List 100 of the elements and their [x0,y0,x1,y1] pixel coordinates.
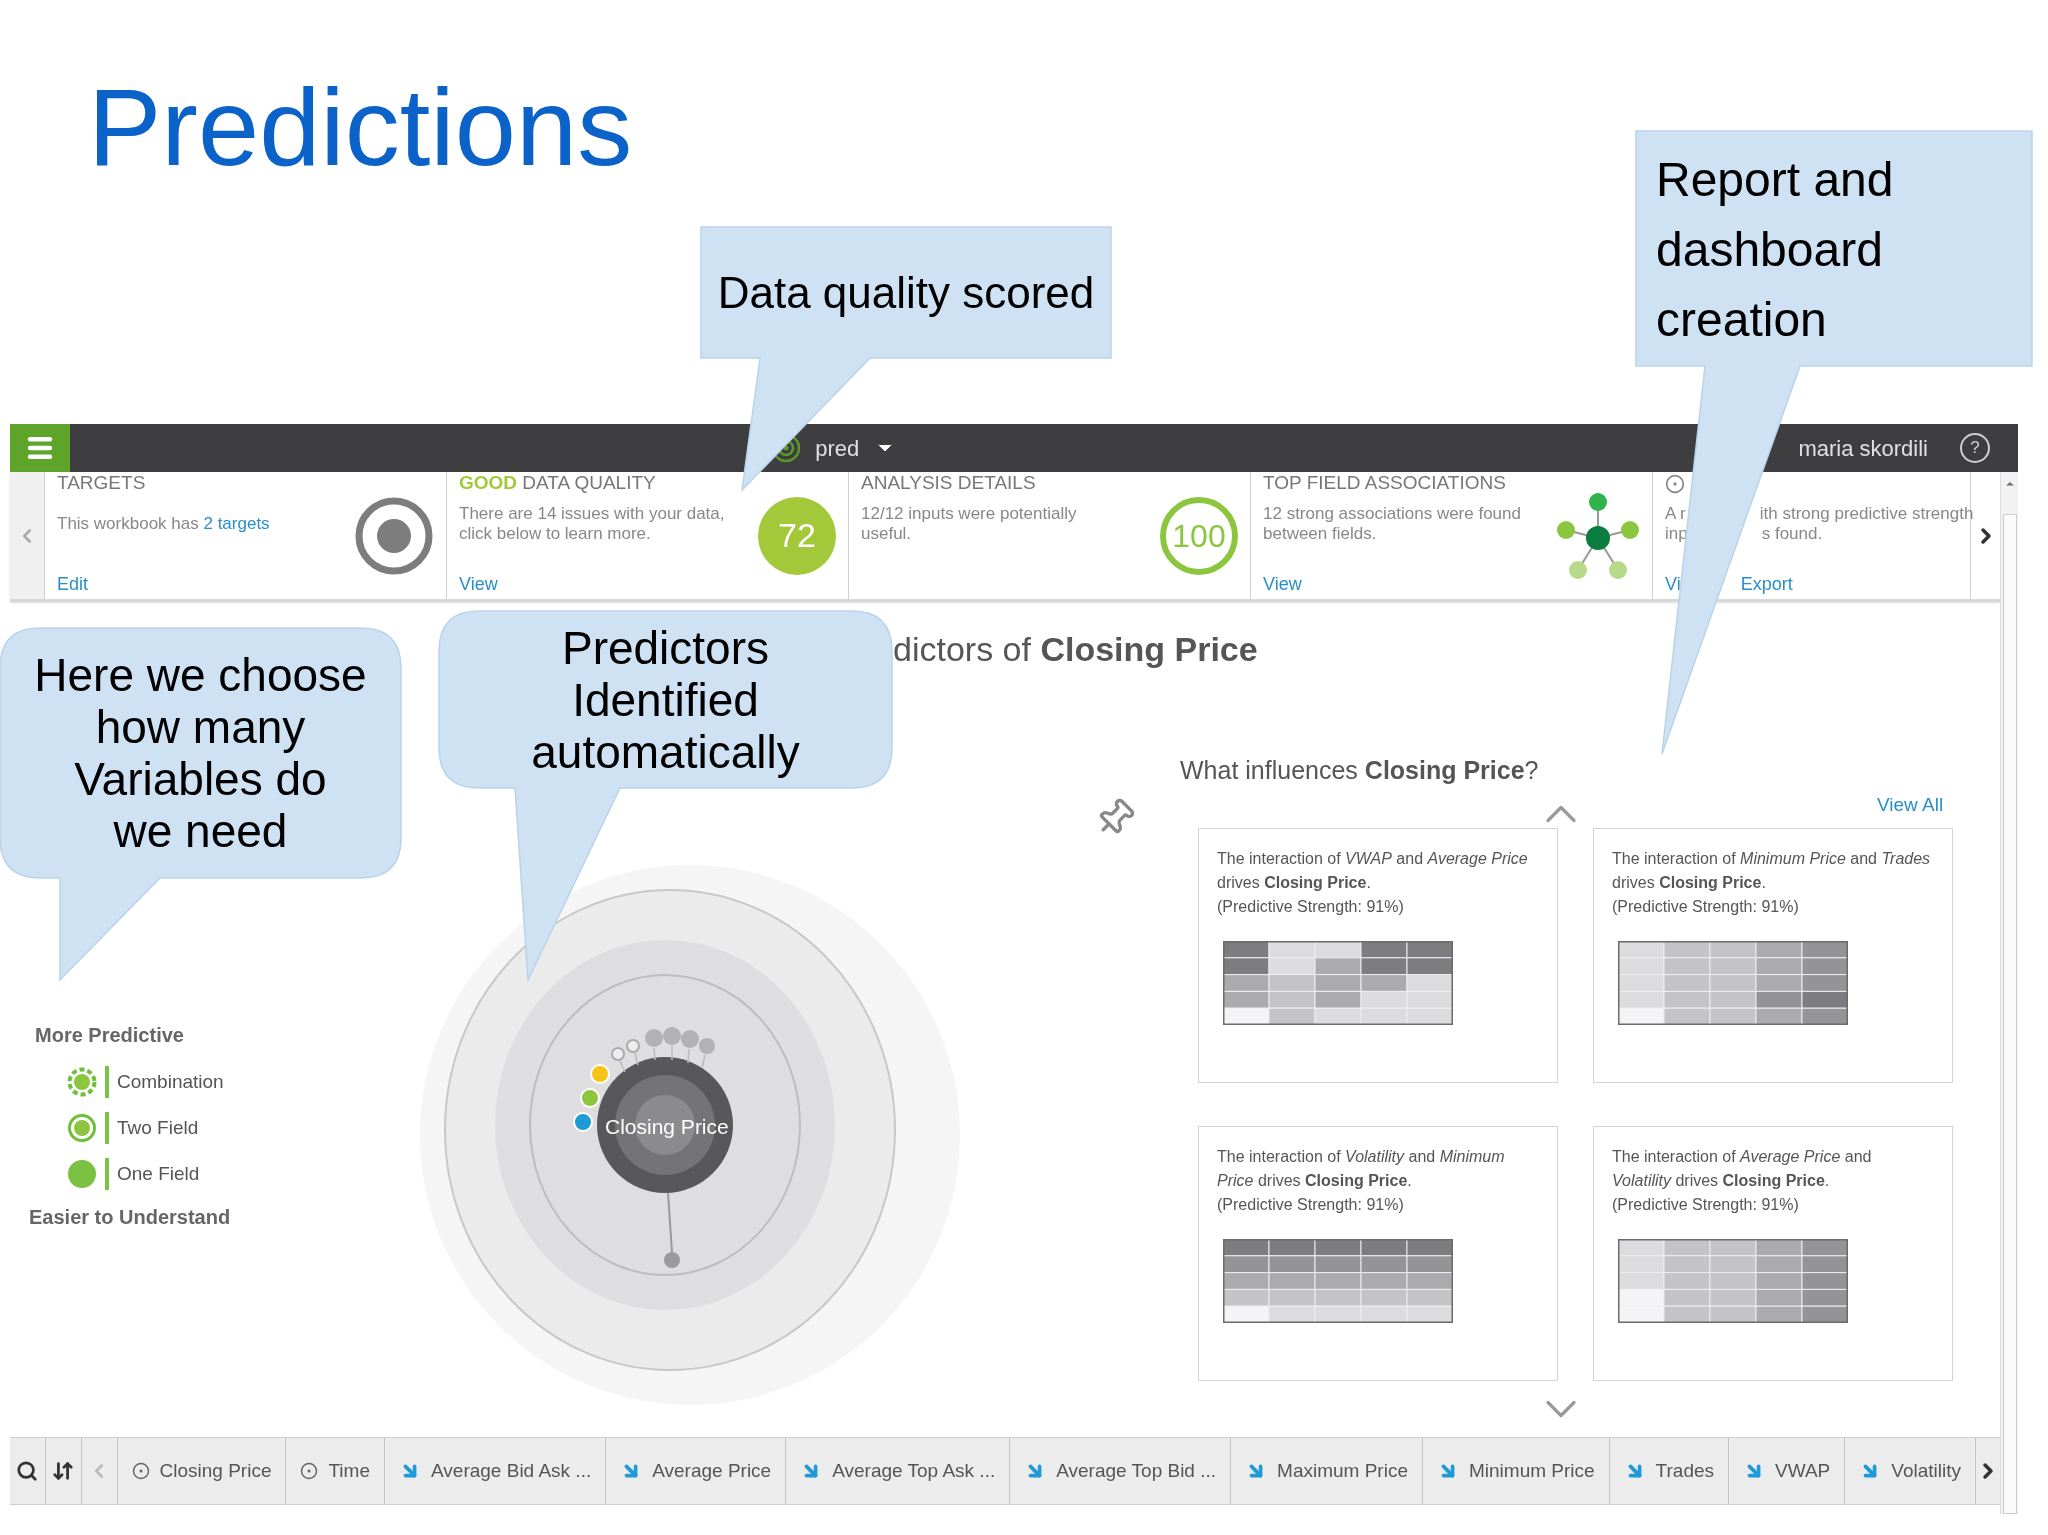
field-chip[interactable]: Time [286,1438,385,1504]
predictor-dot[interactable] [645,1029,663,1047]
project-name[interactable]: pred [815,431,860,465]
heatmap-cell [1755,956,1803,975]
user-name[interactable]: maria skordili [1798,431,1928,465]
heatmap-cell [1223,956,1270,975]
heatmap-cell [1801,1254,1848,1273]
field-chip[interactable]: Closing Price [117,1438,287,1504]
field-label: Minimum Price [1468,1458,1595,1483]
heatmap-cell [1709,973,1757,992]
heatmap-cell [1801,1271,1848,1290]
heatmap-cell [1709,1254,1757,1273]
legend-heading: More Predictive [35,1023,184,1048]
heatmap-cell [1618,1254,1665,1273]
heatmap-cell [1223,1254,1270,1273]
predictor-dot[interactable] [611,1047,625,1061]
field-chip[interactable]: Average Bid Ask ... [385,1438,607,1504]
heatmap-cell [1314,1254,1362,1273]
card-description: 12/12 inputs were potentially useful. [861,503,1078,544]
menu-button[interactable] [10,424,70,472]
field-chip[interactable]: Average Top Ask ... [786,1438,1011,1504]
card-description: This workbook has 2 targets [57,513,271,534]
card-link[interactable]: View [459,573,498,595]
heatmap-cell [1663,956,1711,975]
card-link[interactable]: Export [1740,573,1793,595]
card-link[interactable]: View [1263,573,1302,595]
target-node[interactable] [597,1057,733,1193]
predictive-strength: (Predictive Strength: 91%) [1217,1194,1404,1215]
field-chip[interactable]: Maximum Price [1231,1438,1423,1504]
card-title-text: ANALYSIS DETAILS [861,472,1036,493]
field-chip[interactable]: VWAP [1729,1438,1846,1504]
field-label: Average Price [652,1458,772,1483]
influence-sentence: The interaction of Volatility and Minimum Price drives Closing Price. [1217,1146,1506,1191]
predictor-dot[interactable] [699,1038,715,1054]
predictor-dot[interactable] [663,1027,681,1045]
callout-text: Here we choose how many Variables do we need [34,649,367,857]
heatmap-cell [1268,1254,1316,1273]
heatmap-cell [1755,973,1803,992]
field-chip[interactable]: Trades [1609,1438,1730,1504]
target-icon [131,1462,150,1480]
predictor-dot[interactable] [626,1039,640,1053]
target-icon [300,1462,319,1480]
card-text: A r [1665,503,1686,524]
heatmap-cell [1801,973,1848,992]
field-chip[interactable]: Volatility [1845,1438,1976,1504]
help-button[interactable]: ? [1960,433,1990,463]
field-label: Average Top Ask ... [832,1458,996,1483]
card-link[interactable]: Edit [57,573,89,595]
legend-label: Two Field [117,1115,199,1140]
field-label: Average Bid Ask ... [431,1458,592,1483]
card-title-text: TOP FIELD ASSOCIATIONS [1263,472,1506,493]
predictor-dot[interactable] [664,1252,680,1268]
scrollbar[interactable] [2000,472,2018,1514]
heatmap-cell [1360,973,1408,992]
predictive-strength: (Predictive Strength: 91%) [1217,896,1404,917]
heatmap-cell [1801,956,1848,975]
field-label: Maximum Price [1277,1458,1408,1483]
legend-label: Combination [117,1069,224,1094]
dashed-ring-icon [67,1067,97,1097]
field-label: Trades [1655,1458,1715,1483]
heatmap-cell [1709,1271,1757,1290]
heatmap-cell [1663,1271,1711,1290]
heatmap-cell [1755,1254,1803,1273]
heatmap-cell [1618,956,1665,975]
score-badge: 72 [758,496,836,575]
field-chip[interactable]: Average Top Bid ... [1010,1438,1232,1504]
connector-line [667,1192,673,1253]
legend-label: One Field [117,1161,200,1186]
targets-link[interactable]: 2 targets [203,513,270,533]
target-label: Closing Price [605,1114,729,1140]
heatmap-cell [1223,973,1270,992]
legend-heading: Easier to Understand [29,1205,231,1230]
field-chip[interactable]: Average Price [606,1438,787,1504]
callout-text: Predictors Identified automatically [531,621,800,778]
field-label: Volatility [1891,1458,1961,1483]
card-link[interactable]: Vi [1665,573,1681,595]
card-description: 12 strong associations were found between fields. [1263,503,1522,544]
heatmap-cell [1406,1254,1453,1273]
heatmap-cell [1360,956,1408,975]
predictor-dot[interactable] [681,1030,699,1048]
target-icon [354,495,434,576]
heatmap-cell [1406,973,1453,992]
heatmap-cell [1268,1271,1316,1290]
card-text: ith strong predictive strength [1759,503,1974,524]
panel-heading: What influences Closing Price? [1180,755,1539,786]
field-chip[interactable]: Minimum Price [1422,1438,1610,1504]
heatmap-cell [1360,1254,1408,1273]
heatmap-cell [1755,1271,1803,1290]
predictive-strength: (Predictive Strength: 91%) [1612,896,1799,917]
ring-icon [67,1113,97,1143]
score-badge: 100 [1160,496,1238,575]
view-all-link[interactable]: View All [1877,791,1944,820]
heatmap-cell [1406,956,1453,975]
influence-sentence: The interaction of Average Price and Volatility drives Closing Price. [1612,1146,1873,1191]
heatmap-cell [1663,973,1711,992]
heatmap-cell [1268,973,1316,992]
heatmap-cell [1618,973,1665,992]
heatmap-cell [1360,1271,1408,1290]
heatmap-cell [1314,956,1362,975]
callout-text: Data quality scored [717,266,1095,319]
